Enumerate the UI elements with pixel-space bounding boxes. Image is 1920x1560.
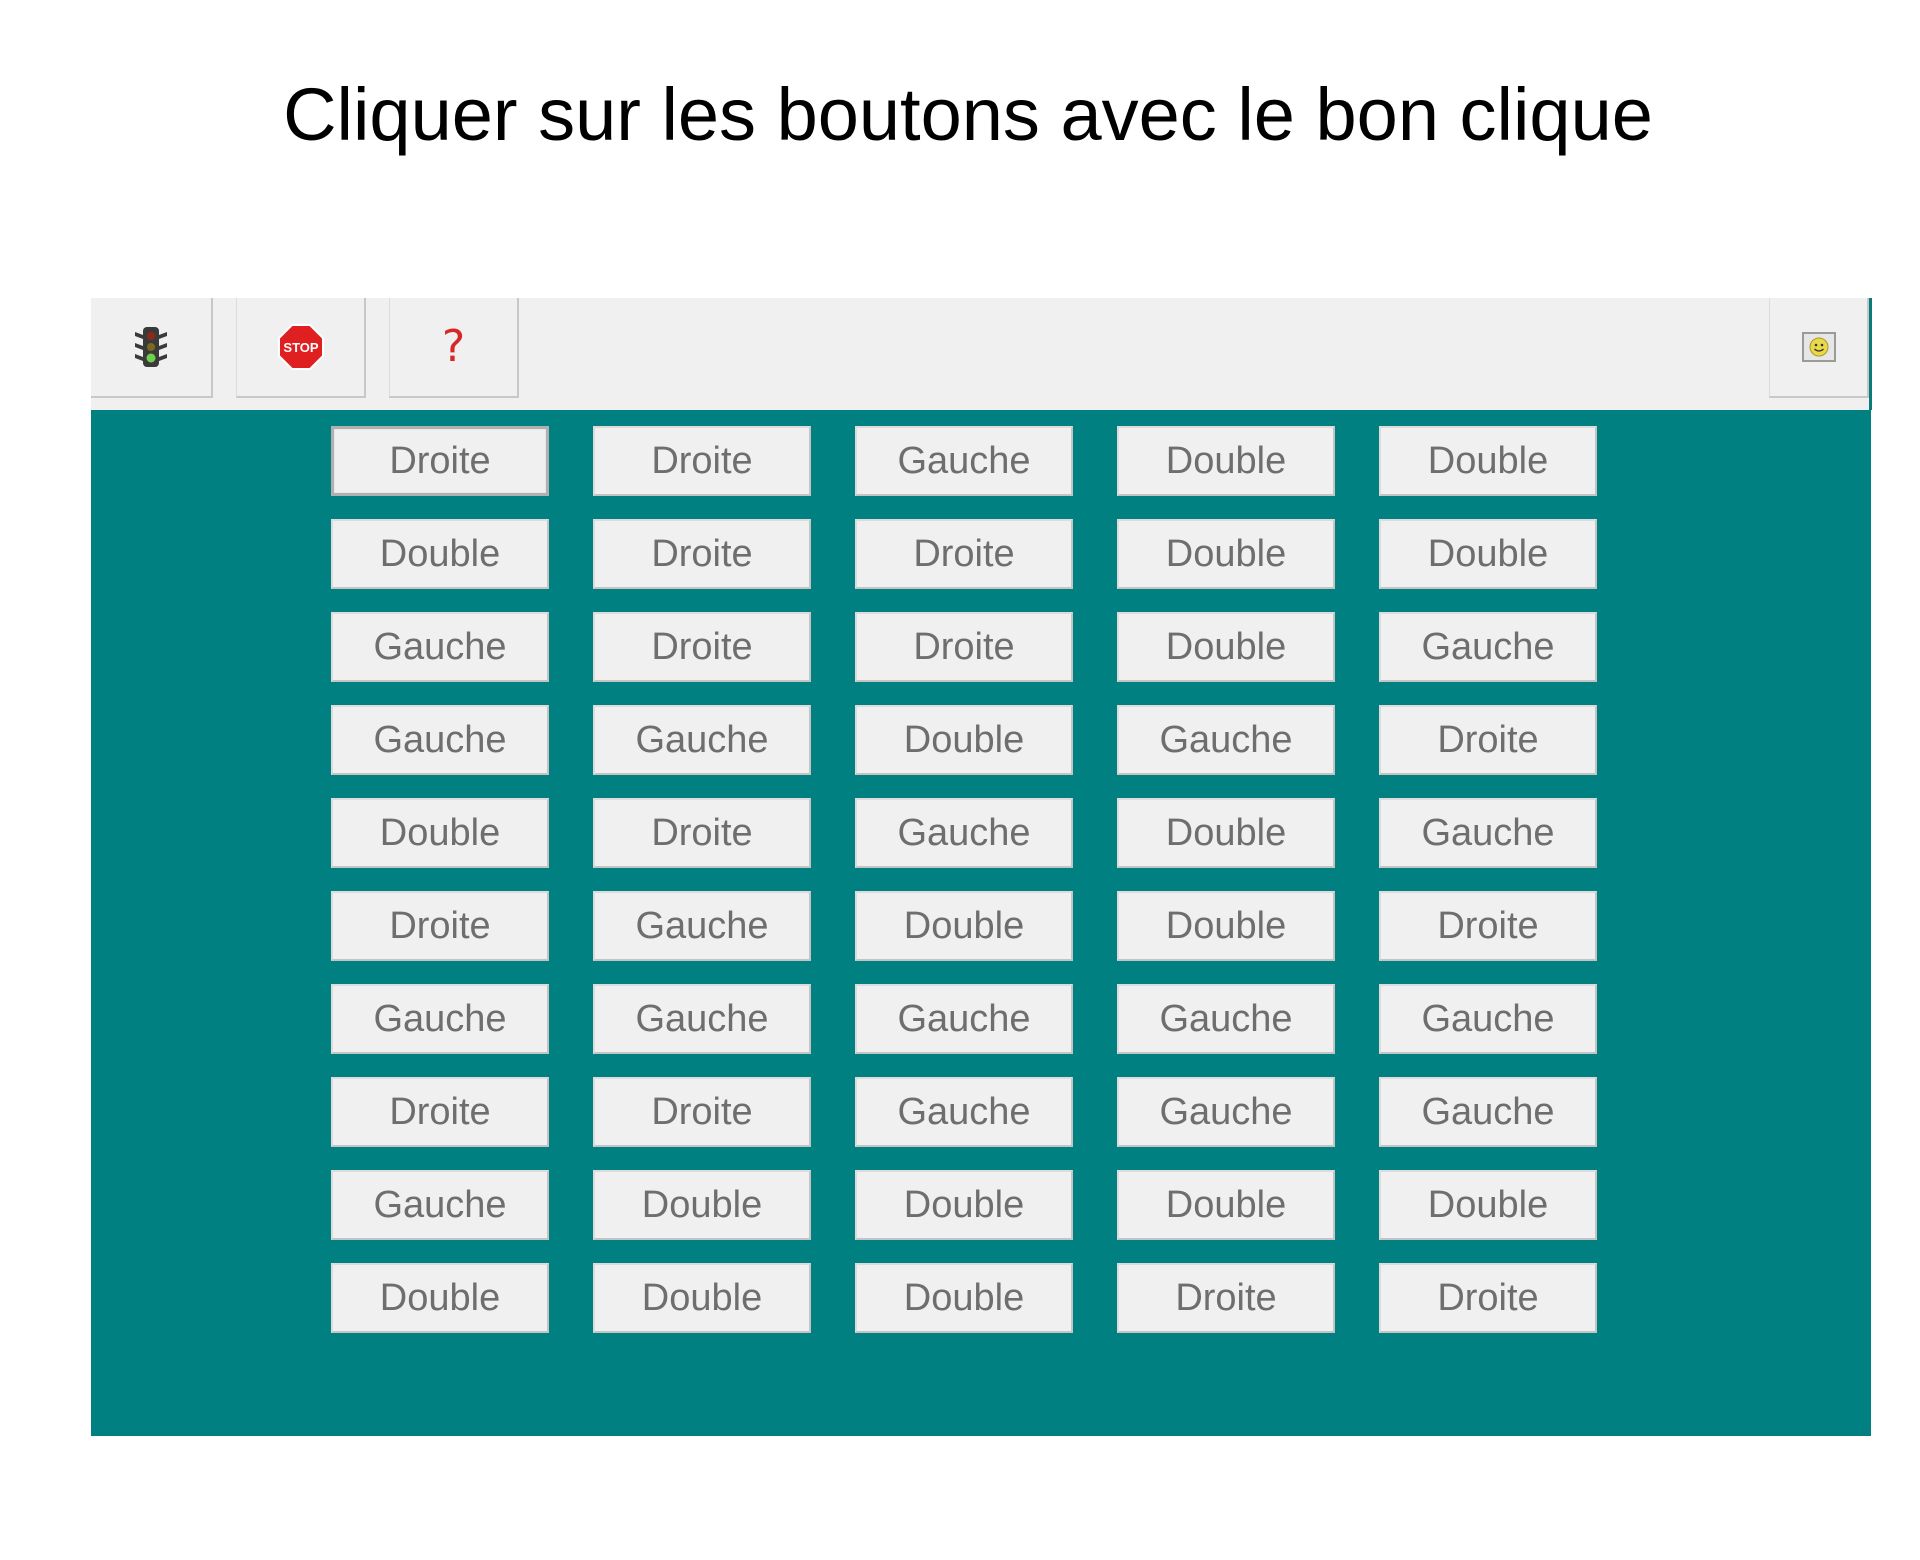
click-button-droite[interactable]: Droite xyxy=(331,891,549,961)
click-button-gauche[interactable]: Gauche xyxy=(855,1077,1073,1147)
click-button-gauche[interactable]: Gauche xyxy=(331,705,549,775)
click-button-double[interactable]: Double xyxy=(331,798,549,868)
click-button-droite[interactable]: Droite xyxy=(331,426,549,496)
click-button-gauche[interactable]: Gauche xyxy=(331,1170,549,1240)
click-button-droite[interactable]: Droite xyxy=(593,612,811,682)
click-button-gauche[interactable]: Gauche xyxy=(593,705,811,775)
click-button-double[interactable]: Double xyxy=(855,891,1073,961)
click-button-double[interactable]: Double xyxy=(1117,519,1335,589)
click-button-double[interactable]: Double xyxy=(1117,891,1335,961)
click-button-double[interactable]: Double xyxy=(331,519,549,589)
help-question-mark: ? xyxy=(441,321,466,372)
click-button-double[interactable]: Double xyxy=(331,1263,549,1333)
exercise-window: STOP ? Droite Droite Gauche Double Double Dou… xyxy=(91,298,1872,1436)
click-button-double[interactable]: Double xyxy=(1379,519,1597,589)
click-button-droite[interactable]: Droite xyxy=(1379,1263,1597,1333)
click-button-droite[interactable]: Droite xyxy=(593,1077,811,1147)
click-button-double[interactable]: Double xyxy=(1117,798,1335,868)
click-button-double[interactable]: Double xyxy=(593,1170,811,1240)
smiley-icon xyxy=(1801,332,1836,362)
click-button-double[interactable]: Double xyxy=(1117,1170,1335,1240)
click-button-double[interactable]: Double xyxy=(855,1170,1073,1240)
click-button-gauche[interactable]: Gauche xyxy=(1117,705,1335,775)
click-button-double[interactable]: Double xyxy=(1117,612,1335,682)
click-button-gauche[interactable]: Gauche xyxy=(1117,984,1335,1054)
click-button-gauche[interactable]: Gauche xyxy=(331,612,549,682)
click-button-droite[interactable]: Droite xyxy=(593,519,811,589)
smiley-button[interactable] xyxy=(1769,298,1869,398)
click-button-double[interactable]: Double xyxy=(1379,426,1597,496)
click-button-droite[interactable]: Droite xyxy=(331,1077,549,1147)
start-button[interactable] xyxy=(91,298,213,398)
toolbar: STOP ? xyxy=(91,298,1872,410)
click-button-droite[interactable]: Droite xyxy=(1379,705,1597,775)
stop-button[interactable]: STOP xyxy=(236,298,366,398)
traffic-light-icon xyxy=(135,327,167,367)
stop-sign-icon: STOP xyxy=(277,324,324,370)
page-title: Cliquer sur les boutons avec le bon cliq… xyxy=(283,73,1653,156)
click-button-gauche[interactable]: Gauche xyxy=(1117,1077,1335,1147)
click-button-gauche[interactable]: Gauche xyxy=(855,984,1073,1054)
click-button-gauche[interactable]: Gauche xyxy=(1379,984,1597,1054)
click-button-double[interactable]: Double xyxy=(1379,1170,1597,1240)
click-button-droite[interactable]: Droite xyxy=(593,798,811,868)
help-button[interactable]: ? xyxy=(389,298,519,398)
click-button-droite[interactable]: Droite xyxy=(1117,1263,1335,1333)
click-button-gauche[interactable]: Gauche xyxy=(855,798,1073,868)
click-button-double[interactable]: Double xyxy=(593,1263,811,1333)
button-board: Droite Droite Gauche Double Double Double Droi… xyxy=(91,410,1871,1436)
click-button-double[interactable]: Double xyxy=(1117,426,1335,496)
click-button-gauche[interactable]: Gauche xyxy=(1379,1077,1597,1147)
click-button-droite[interactable]: Droite xyxy=(855,612,1073,682)
click-button-droite[interactable]: Droite xyxy=(1379,891,1597,961)
click-button-droite[interactable]: Droite xyxy=(855,519,1073,589)
click-button-gauche[interactable]: Gauche xyxy=(1379,612,1597,682)
click-button-gauche[interactable]: Gauche xyxy=(331,984,549,1054)
click-button-grid: Droite Droite Gauche Double Double Double Droi… xyxy=(331,426,1597,1333)
click-button-double[interactable]: Double xyxy=(855,1263,1073,1333)
click-button-double[interactable]: Double xyxy=(855,705,1073,775)
stop-sign-label: STOP xyxy=(283,340,318,355)
click-button-gauche[interactable]: Gauche xyxy=(593,984,811,1054)
click-button-gauche[interactable]: Gauche xyxy=(855,426,1073,496)
click-button-gauche[interactable]: Gauche xyxy=(1379,798,1597,868)
click-button-droite[interactable]: Droite xyxy=(593,426,811,496)
click-button-gauche[interactable]: Gauche xyxy=(593,891,811,961)
